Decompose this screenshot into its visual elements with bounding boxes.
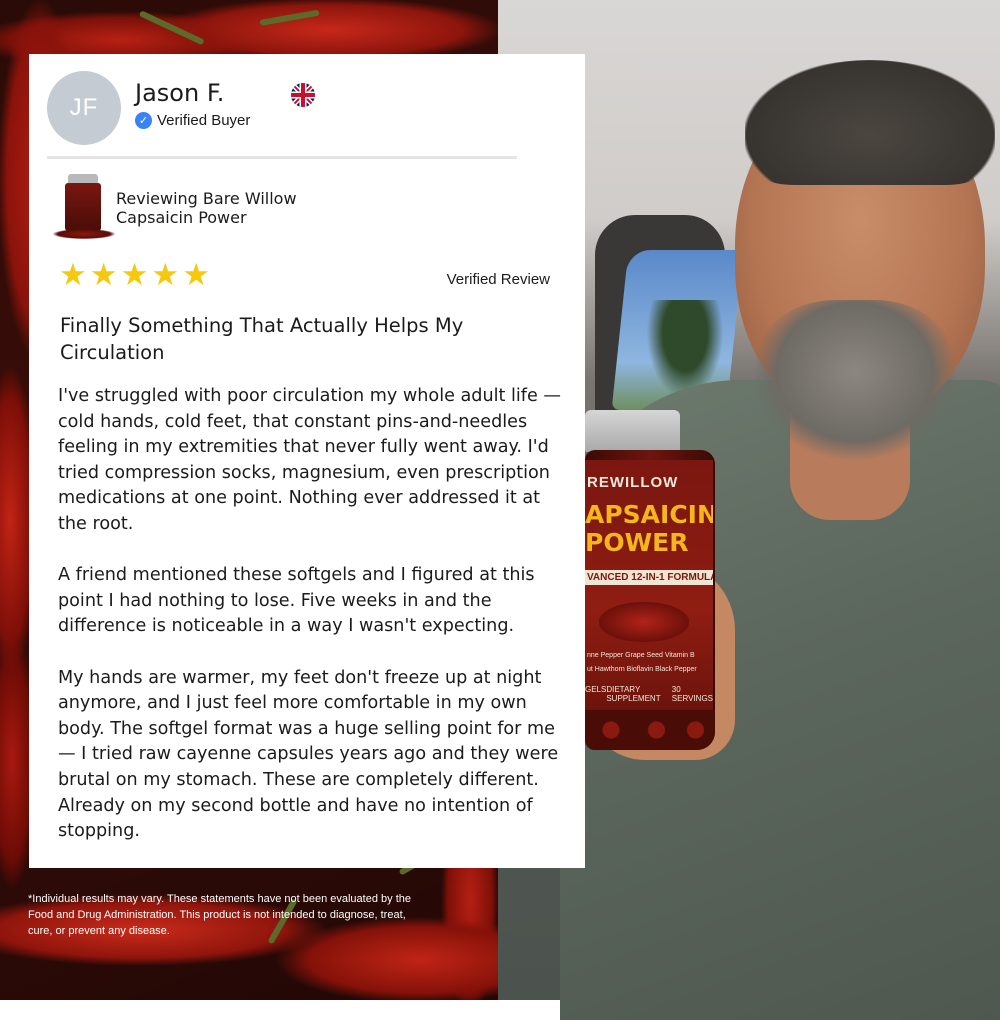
review-paragraph: I've struggled with poor circulation my … xyxy=(58,386,561,534)
star-icon: ★ xyxy=(120,257,149,292)
bottle-footer: GELS DIETARY SUPPLEMENT 30 SERVINGS xyxy=(585,685,713,703)
reviewing-product: Reviewing Bare Willow Capsaicin Power xyxy=(116,189,297,227)
bottle-ingredients-row1: nne Pepper Grape Seed Vitamin B xyxy=(587,652,695,659)
star-icon: ★ xyxy=(59,257,87,292)
avatar: JF xyxy=(47,71,121,145)
hair xyxy=(745,60,995,185)
divider xyxy=(47,156,517,159)
review-paragraph: My hands are warmer, my feet don't freez… xyxy=(58,667,559,842)
star-icon: ★ xyxy=(89,257,118,292)
beard xyxy=(755,300,955,460)
pepper-illustration xyxy=(599,602,689,642)
bottle-brand: REWILLOW xyxy=(587,474,679,491)
reviewing-line2: Capsaicin Power xyxy=(116,208,247,227)
bottle-title-line2: POWER xyxy=(585,528,689,557)
review-card: JF Jason F. ✓ Verified Buyer Reviewing B… xyxy=(29,54,585,868)
bottle-foot-servings: 30 SERVINGS xyxy=(671,685,713,703)
bottle-cap xyxy=(585,410,680,452)
bottle-subtitle: VANCED 12-IN-1 FORMULA xyxy=(585,570,713,585)
review-title: Finally Something That Actually Helps My… xyxy=(60,314,464,364)
star-icon: ★ xyxy=(151,257,180,292)
uk-flag-icon xyxy=(291,83,315,107)
bottle-label: REWILLOW APSAICIN POWER VANCED 12-IN-1 F… xyxy=(585,460,713,710)
bottle-foot-supplement: DIETARY SUPPLEMENT xyxy=(606,685,661,703)
review-body: I've struggled with poor circulation my … xyxy=(58,384,573,870)
reviewer-name: Jason F. xyxy=(135,79,225,107)
thumbnail-softgels xyxy=(53,229,115,239)
star-rating: ★ ★ ★ ★ ★ xyxy=(59,259,210,291)
pepper-stem xyxy=(259,9,320,26)
reviewing-line1: Reviewing Bare Willow xyxy=(116,189,297,208)
review-paragraph: A friend mentioned these softgels and I … xyxy=(58,565,535,637)
pepper-stem xyxy=(138,10,205,46)
verified-check-icon: ✓ xyxy=(135,112,152,129)
verified-buyer-label: Verified Buyer xyxy=(157,112,251,129)
bottle-title-line1: APSAICIN xyxy=(585,500,713,529)
bottle-foot-gels: GELS xyxy=(585,685,607,694)
product-thumbnail xyxy=(53,174,115,240)
product-bottle: REWILLOW APSAICIN POWER VANCED 12-IN-1 F… xyxy=(585,410,715,750)
fda-disclaimer: *Individual results may vary. These stat… xyxy=(28,893,411,937)
verified-review-label: Verified Review xyxy=(446,271,550,288)
softgels xyxy=(585,710,715,750)
star-icon: ★ xyxy=(182,257,210,292)
bottle-ingredients-row2: ut Hawthorn Bioflavin Black Pepper xyxy=(587,666,697,673)
thumbnail-bottle xyxy=(65,183,101,231)
verified-buyer-badge: ✓ Verified Buyer xyxy=(135,112,250,129)
